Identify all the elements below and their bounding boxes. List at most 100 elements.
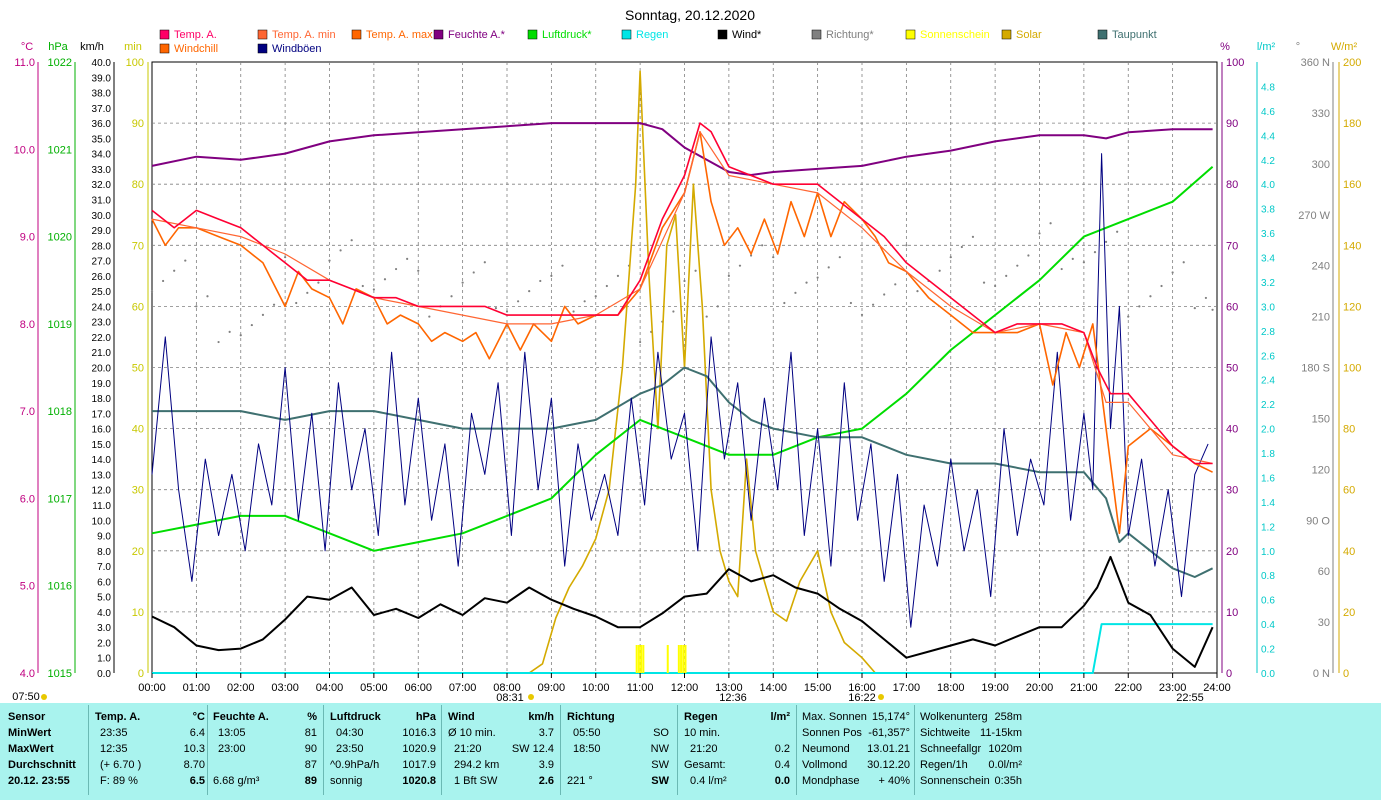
sun-tick-label: 90 bbox=[132, 118, 144, 130]
wind-tick-label: 17.0 bbox=[92, 409, 112, 420]
sunshine-bar bbox=[677, 645, 680, 673]
footer-humidity-unit: % bbox=[307, 711, 317, 723]
direction-point bbox=[694, 269, 697, 272]
direction-point bbox=[1127, 315, 1130, 318]
direction-point bbox=[295, 301, 298, 305]
footer-astro-value: 30.12.20 bbox=[867, 759, 910, 771]
rain-tick-label: 4.6 bbox=[1261, 107, 1275, 118]
legend-label: Temp. A. bbox=[174, 29, 217, 41]
direction-point bbox=[161, 279, 165, 283]
direction-point bbox=[883, 293, 886, 296]
weather-chart: Sonntag, 20.12.2020 Temp. A. Temp. A. min… bbox=[0, 0, 1381, 703]
footer-temp-time: F: 89 % bbox=[100, 775, 138, 787]
legend-swatch bbox=[717, 29, 728, 40]
direction-point bbox=[783, 301, 786, 305]
humidity-tick-label: 80 bbox=[1226, 179, 1238, 191]
legend-label: Windchill bbox=[174, 43, 218, 55]
direction-point bbox=[982, 281, 986, 284]
sunshine-bar bbox=[635, 645, 638, 673]
direction-point bbox=[494, 306, 498, 310]
temp-tick-label: 6.0 bbox=[20, 493, 35, 505]
sun-tick-label: 30 bbox=[132, 485, 144, 497]
direction-point bbox=[417, 269, 420, 272]
direction-point bbox=[1116, 230, 1119, 233]
wind-tick-label: 10.0 bbox=[92, 516, 112, 527]
footer-direction-time: 05:50 bbox=[573, 727, 601, 739]
wind-tick-label: 39.0 bbox=[92, 73, 112, 84]
direction-point bbox=[639, 340, 642, 344]
direction-point bbox=[705, 315, 708, 318]
sun-up-dot bbox=[528, 694, 534, 700]
wind-tick-label: 2.0 bbox=[97, 638, 111, 649]
direction-point bbox=[394, 267, 398, 271]
direction-point bbox=[805, 281, 808, 284]
time-tick-label: 17:00 bbox=[893, 682, 921, 694]
direction-point bbox=[1049, 222, 1052, 225]
solar-tick-label: 160 bbox=[1343, 179, 1361, 191]
rain-tick-label: 2.6 bbox=[1261, 351, 1275, 362]
legend-swatch bbox=[905, 29, 916, 40]
rain-tick-label: 3.2 bbox=[1261, 278, 1275, 289]
wind-tick-label: 35.0 bbox=[92, 134, 112, 145]
wind-tick-label: 20.0 bbox=[92, 364, 112, 375]
time-tick-label: 14:00 bbox=[759, 682, 787, 694]
direction-point bbox=[173, 269, 176, 272]
wind-tick-label: 8.0 bbox=[97, 547, 111, 558]
wind-tick-label: 40.0 bbox=[92, 58, 112, 69]
axis-unit-label: km/h bbox=[80, 41, 104, 53]
sunshine-bar bbox=[642, 645, 645, 673]
time-tick-label: 10:00 bbox=[582, 682, 610, 694]
direction-point bbox=[550, 274, 553, 277]
sun-tick-label: 20 bbox=[132, 546, 144, 558]
sun-tick-label: 70 bbox=[132, 240, 144, 252]
footer-temp-time: 12:35 bbox=[100, 743, 128, 755]
footer-rain-value: 0.2 bbox=[774, 743, 790, 755]
direction-point bbox=[1138, 305, 1141, 308]
footer-sensor-row: Durchschnitt bbox=[8, 759, 76, 771]
direction-point bbox=[949, 256, 952, 259]
wind-tick-label: 14.0 bbox=[92, 455, 112, 466]
rain-tick-label: 3.8 bbox=[1261, 205, 1275, 216]
wind-tick-label: 6.0 bbox=[97, 577, 111, 588]
rain-tick-label: 1.0 bbox=[1261, 547, 1275, 558]
humidity-tick-label: 40 bbox=[1226, 424, 1238, 436]
direction-point bbox=[561, 264, 564, 267]
legend-label: Temp. A. max bbox=[366, 29, 433, 41]
direction-point bbox=[871, 303, 875, 306]
footer-pressure-value: 1020.9 bbox=[402, 743, 436, 755]
wind-tick-label: 15.0 bbox=[92, 440, 112, 451]
sunrise-marker: 07:50 bbox=[12, 691, 40, 703]
axis-unit-label: min bbox=[124, 41, 142, 53]
time-tick-label: 12:00 bbox=[671, 682, 699, 694]
legend-swatch bbox=[1097, 29, 1108, 40]
direction-point bbox=[1171, 271, 1174, 274]
footer-sensor-head: Sensor bbox=[8, 711, 46, 723]
solar-tick-label: 180 bbox=[1343, 118, 1361, 130]
direction-point bbox=[971, 235, 975, 238]
rain-tick-label: 4.2 bbox=[1261, 156, 1275, 167]
sun-tick-label: 60 bbox=[132, 301, 144, 313]
solar-tick-label: 20 bbox=[1343, 607, 1355, 619]
direction-point bbox=[761, 244, 764, 247]
wind-tick-label: 33.0 bbox=[92, 165, 112, 176]
direction-point bbox=[1082, 261, 1085, 264]
direction-point bbox=[616, 274, 620, 277]
footer-astro-label: Neumond bbox=[802, 743, 850, 755]
direction-point bbox=[505, 310, 509, 313]
wind-tick-label: 28.0 bbox=[92, 241, 112, 252]
footer-sensor-row: MaxWert bbox=[8, 743, 54, 755]
footer-temp-unit: °C bbox=[192, 711, 205, 723]
direction-point bbox=[1204, 296, 1208, 300]
footer-wind-value: 3.9 bbox=[538, 759, 554, 771]
direction-point bbox=[572, 310, 575, 313]
direction-point bbox=[816, 276, 819, 279]
direction-point bbox=[1160, 284, 1163, 288]
footer-direction-head: Richtung bbox=[567, 711, 615, 723]
direction-point bbox=[239, 334, 242, 337]
direction-point bbox=[994, 284, 997, 288]
humidity-tick-label: 90 bbox=[1226, 118, 1238, 130]
footer-wind-distance: 294.2 km bbox=[454, 759, 500, 771]
footer-wind-bft: 1 Bft SW bbox=[454, 775, 498, 787]
footer-temp-value: 6.5 bbox=[189, 775, 205, 787]
rain-tick-label: 4.4 bbox=[1261, 131, 1275, 142]
